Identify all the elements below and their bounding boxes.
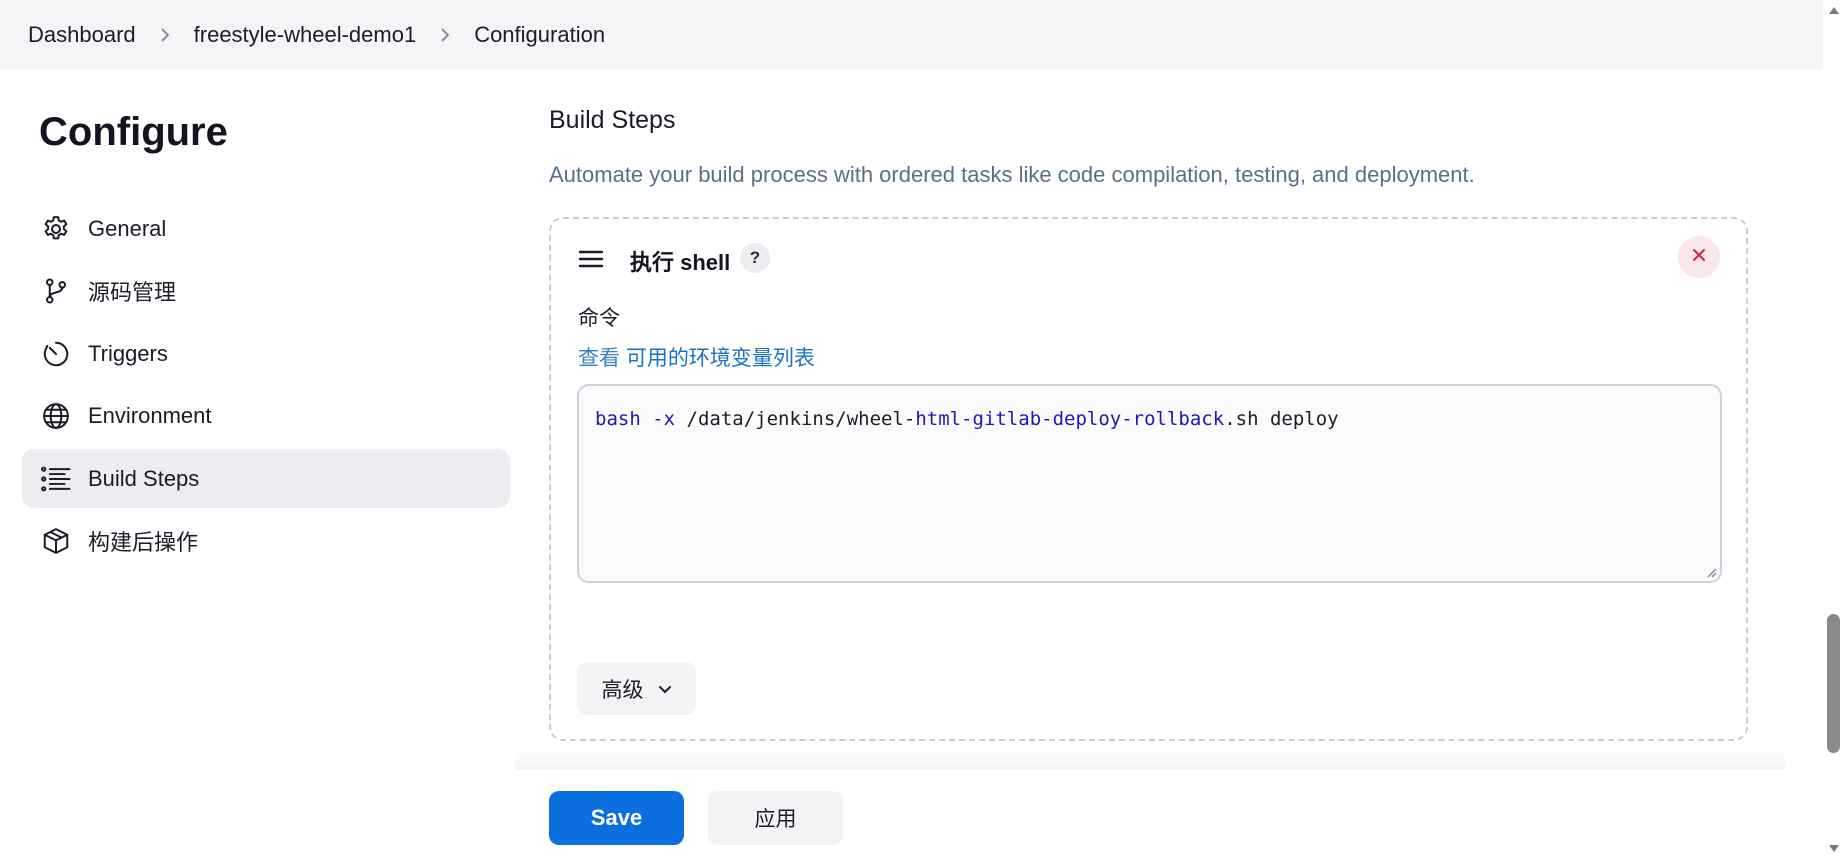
chevron-down-icon xyxy=(658,677,672,701)
sidebar-item-label: General xyxy=(88,215,167,241)
sidebar-item-source-control[interactable]: 源码管理 xyxy=(22,261,510,320)
help-button[interactable]: ? xyxy=(740,243,770,273)
sidebar-item-label: Build Steps xyxy=(88,465,200,491)
close-icon xyxy=(1692,248,1706,267)
globe-icon xyxy=(40,400,72,432)
save-button[interactable]: Save xyxy=(549,791,684,845)
scrollbar[interactable] xyxy=(1823,0,1845,865)
build-step-title: 执行 shell xyxy=(630,250,731,275)
command-textarea[interactable]: bash -x /data/jenkins/wheel-html-gitlab-… xyxy=(577,384,1722,583)
scroll-down-icon[interactable] xyxy=(1828,841,1840,852)
env-vars-line: 查看 可用的环境变量列表 xyxy=(578,342,815,372)
command-text: bash -x /data/jenkins/wheel-html-gitlab-… xyxy=(595,408,1339,430)
git-branch-icon xyxy=(40,275,72,307)
sidebar-item-environment[interactable]: Environment xyxy=(22,386,510,445)
apply-button[interactable]: 应用 xyxy=(708,791,843,845)
advanced-label: 高级 xyxy=(601,678,644,702)
sidebar-item-label: Environment xyxy=(88,402,212,428)
env-vars-prefix: 查看 xyxy=(578,347,620,370)
chevron-right-icon xyxy=(160,27,170,43)
section-description: Automate your build process with ordered… xyxy=(549,162,1475,187)
command-token: html-gitlab-deploy-rollback xyxy=(915,408,1225,430)
sidebar-item-general[interactable]: General xyxy=(22,199,510,258)
breadcrumb-dashboard[interactable]: Dashboard xyxy=(28,22,136,48)
command-token: /data/jenkins/wheel- xyxy=(675,408,916,430)
command-token: .sh deploy xyxy=(1224,408,1339,430)
breadcrumb: Dashboard freestyle-wheel-demo1 Configur… xyxy=(0,0,1823,69)
clock-icon xyxy=(40,338,72,370)
sidebar-item-label: Triggers xyxy=(88,340,168,366)
command-token: bash xyxy=(595,408,641,430)
advanced-button[interactable]: 高级 xyxy=(577,662,696,715)
package-icon xyxy=(40,525,72,557)
command-token: -x xyxy=(652,408,676,430)
command-token xyxy=(641,408,652,430)
sidebar-item-label: 构建后操作 xyxy=(88,529,199,555)
scrollbar-thumb[interactable] xyxy=(1827,614,1840,753)
breadcrumb-configuration[interactable]: Configuration xyxy=(474,22,605,48)
breadcrumb-job[interactable]: freestyle-wheel-demo1 xyxy=(194,22,417,48)
drag-handle-icon[interactable] xyxy=(578,247,604,271)
footer-divider xyxy=(515,748,1785,770)
sidebar-item-build-steps[interactable]: Build Steps xyxy=(22,449,510,508)
gear-icon xyxy=(40,213,72,245)
sidebar-item-label: 源码管理 xyxy=(88,279,177,305)
sidebar-item-triggers[interactable]: Triggers xyxy=(22,324,510,383)
delete-step-button[interactable] xyxy=(1678,236,1720,278)
chevron-right-icon xyxy=(440,27,450,43)
command-label: 命令 xyxy=(578,307,620,330)
page-title: Configure xyxy=(39,110,228,154)
section-title: Build Steps xyxy=(549,106,676,134)
build-step-card: 执行 shell ? 命令 查看 可用的环境变量列表 bash -x /data… xyxy=(549,217,1748,741)
scroll-up-icon[interactable] xyxy=(1828,2,1840,14)
sidebar-item-post-build[interactable]: 构建后操作 xyxy=(22,511,510,570)
resize-grip-icon[interactable] xyxy=(1704,565,1718,579)
list-icon xyxy=(40,463,72,495)
env-vars-link[interactable]: 可用的环境变量列表 xyxy=(626,347,815,370)
